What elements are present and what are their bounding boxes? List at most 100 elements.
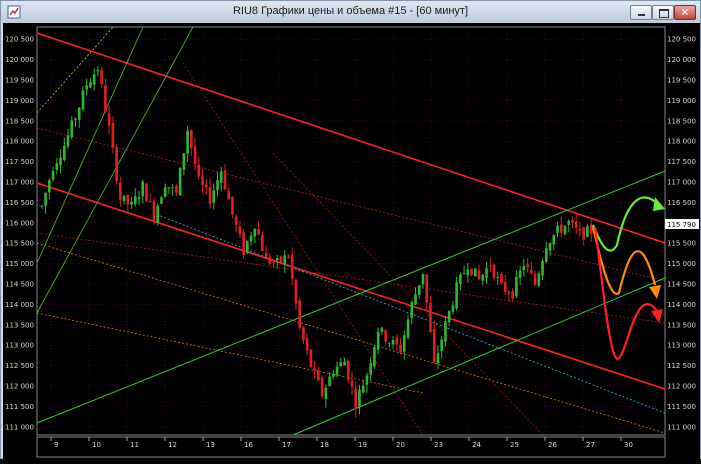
candle-body <box>268 256 272 264</box>
last-price-label: 115 790 <box>667 221 696 229</box>
maximize-button[interactable] <box>652 5 674 20</box>
candle-body <box>376 331 380 350</box>
candle-body <box>74 118 77 121</box>
candle-body <box>201 176 204 185</box>
candle-body <box>290 254 294 279</box>
candle-body <box>455 282 458 309</box>
trend-lines <box>36 26 666 436</box>
plot-frame <box>36 26 666 436</box>
candle-body <box>261 235 264 251</box>
green-channel-bottom <box>292 277 666 436</box>
candle-body <box>488 265 492 267</box>
red-dotted-3 <box>182 62 424 436</box>
y-tick-label-right: 118 000 <box>667 138 696 146</box>
y-tick-label-right: 111 000 <box>667 423 696 431</box>
candle-body <box>425 274 429 303</box>
candle-body <box>178 167 182 196</box>
x-tick-label: 17 <box>282 441 291 449</box>
candle-body <box>537 273 541 286</box>
candle-body <box>373 346 376 367</box>
candle-body <box>167 187 171 189</box>
y-tick-label-right: 119 000 <box>667 97 696 105</box>
candle-body <box>354 388 358 409</box>
chart-area[interactable]: 111 000 111 500 112 000 112 500 113 000 113 5… <box>3 23 700 460</box>
last-price-marker: 115 790 <box>665 219 699 229</box>
candle-body <box>328 376 331 386</box>
candle-body <box>586 226 589 237</box>
candle-body <box>175 185 178 193</box>
forecast-red-arrowhead <box>651 309 663 323</box>
candle-body <box>77 107 81 120</box>
orange-dotted-1 <box>36 242 666 434</box>
maximize-icon <box>653 6 673 19</box>
candle-body <box>70 120 74 138</box>
forecast-green-arrowhead <box>653 197 665 211</box>
x-tick-label: 25 <box>510 441 519 449</box>
y-axis-left: 111 000 111 500 112 000 112 500 113 000 113 5… <box>5 36 34 432</box>
candle-body <box>152 201 156 221</box>
candle-body <box>496 276 500 278</box>
candle-body <box>44 192 47 207</box>
x-tick-label: 12 <box>168 441 177 449</box>
candles <box>40 66 593 418</box>
y-tick-label-left: 115 000 <box>5 260 34 268</box>
y-axis-right: 111 000 111 500 112 000 112 500 113 000 113 5… <box>667 36 696 432</box>
candle-body <box>395 337 399 345</box>
candle-body <box>51 170 55 180</box>
candle-body <box>507 292 511 294</box>
candle-body <box>384 330 387 342</box>
y-tick-label-left: 117 000 <box>5 179 34 187</box>
close-button[interactable]: × <box>674 5 696 20</box>
x-tick-label: 20 <box>396 441 405 449</box>
candle-body <box>279 256 283 262</box>
x-tick-label: 23 <box>434 441 443 449</box>
candle-body <box>104 85 107 112</box>
minimize-icon <box>631 6 651 19</box>
candle-body <box>417 285 421 295</box>
y-tick-label-left: 120 500 <box>5 36 34 44</box>
window-title: RIU8 Графики цены и объема #15 - [60 мин… <box>232 5 469 17</box>
candle-body <box>55 163 59 170</box>
y-tick-label-right: 111 500 <box>667 403 696 411</box>
candle-body <box>462 273 466 275</box>
candle-body <box>541 260 544 276</box>
candle-body <box>137 197 141 200</box>
candle-body <box>544 248 548 262</box>
y-tick-label-right: 115 000 <box>667 260 696 268</box>
y-tick-label-left: 111 000 <box>5 423 34 431</box>
forecast-orange-arrowhead <box>649 285 661 299</box>
candle-body <box>190 130 193 148</box>
y-tick-label-left: 117 500 <box>5 158 34 166</box>
candle-body <box>559 224 563 233</box>
red-dotted-4 <box>272 152 544 436</box>
candle-body <box>231 196 234 215</box>
y-tick-label-right: 117 500 <box>667 158 696 166</box>
candle-body <box>313 367 316 370</box>
minimize-button[interactable] <box>630 5 652 20</box>
title-bar[interactable]: RIU8 Графики цены и объема #15 - [60 мин… <box>1 1 700 23</box>
candle-body <box>130 201 133 205</box>
candle-body <box>249 235 253 242</box>
y-tick-label-left: 111 500 <box>5 403 34 411</box>
candle-body <box>92 74 96 85</box>
candle-body <box>111 123 115 148</box>
candle-body <box>388 343 391 345</box>
candle-body <box>145 183 148 202</box>
candle-body <box>410 302 414 318</box>
candle-body <box>223 170 227 189</box>
candle-body <box>429 302 432 332</box>
candle-body <box>365 375 369 385</box>
candle-body <box>556 225 559 233</box>
candle-body <box>533 273 537 285</box>
candle-body <box>193 146 197 165</box>
candle-body <box>81 90 85 110</box>
candle-body <box>160 197 163 204</box>
candle-body <box>500 273 503 284</box>
red-dotted-2 <box>36 232 666 324</box>
price-chart[interactable]: 111 000 111 500 112 000 112 500 113 000 113 5… <box>3 23 700 460</box>
candle-body <box>122 195 126 202</box>
candle-body <box>444 321 447 342</box>
candle-body <box>436 353 440 364</box>
candle-body <box>515 276 518 297</box>
candle-body <box>309 349 313 368</box>
